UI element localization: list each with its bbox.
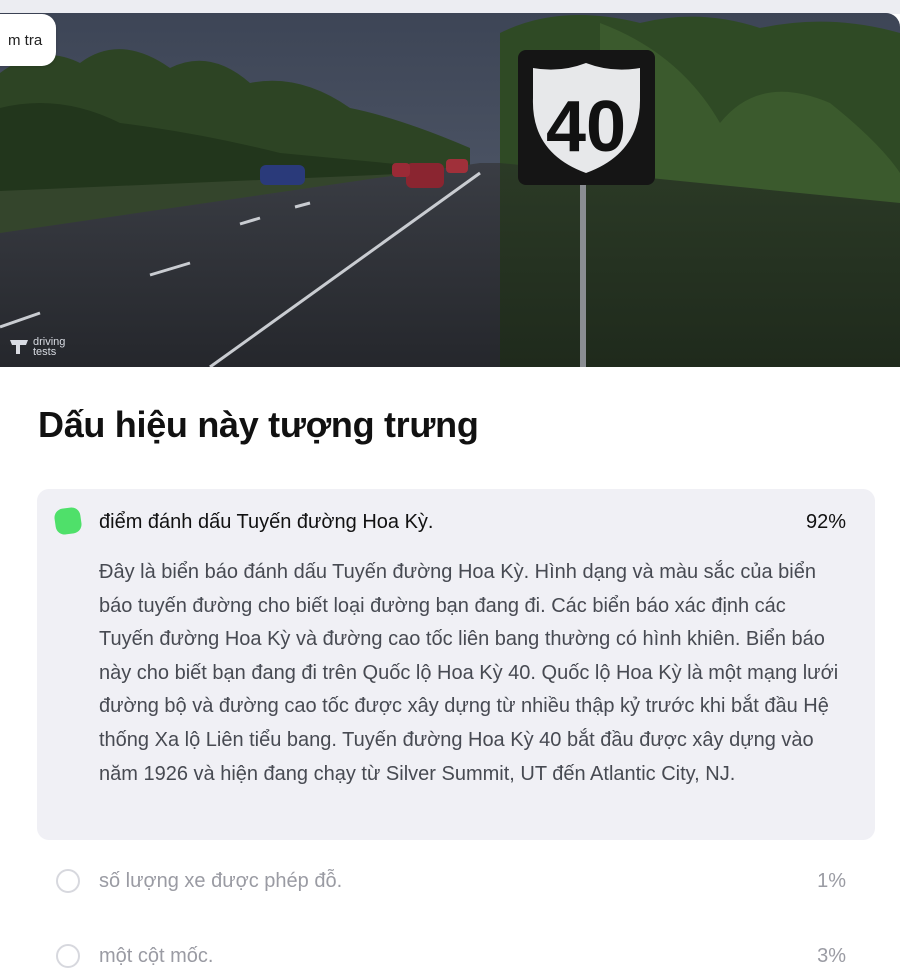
answer-option-1-percent: 92% [805,511,846,533]
answer-option-3-text[interactable]: một cột mốc. [99,945,213,968]
drivingtests-logo-icon [10,340,28,354]
answer-option-2-text[interactable]: số lượng xe được phép đỗ. [99,870,342,893]
answer-option-2-radio[interactable] [56,869,80,893]
question-image: 40 [0,13,900,367]
answer-option-3-percent: 3% [817,945,846,967]
answer-option-3-radio[interactable] [56,944,80,968]
watermark-line2: tests [33,346,57,358]
top-background-strip [0,0,900,14]
check-tab-label: m tra [8,31,43,49]
answer-option-2-percent: 1% [817,870,846,892]
answer-option-1-text[interactable]: điểm đánh dấu Tuyến đường Hoa Kỳ. [99,511,434,534]
check-tab-button[interactable]: m tra [0,14,57,66]
answer-explanation: Đây là biển báo đánh dấu Tuyến đường Hoa… [99,561,839,785]
question-title: Dấu hiệu này tượng trưng [38,404,479,445]
sign-number: 40 [546,87,626,167]
watermark-logo: driving tests [8,337,65,358]
correct-answer-indicator-icon [53,506,83,536]
